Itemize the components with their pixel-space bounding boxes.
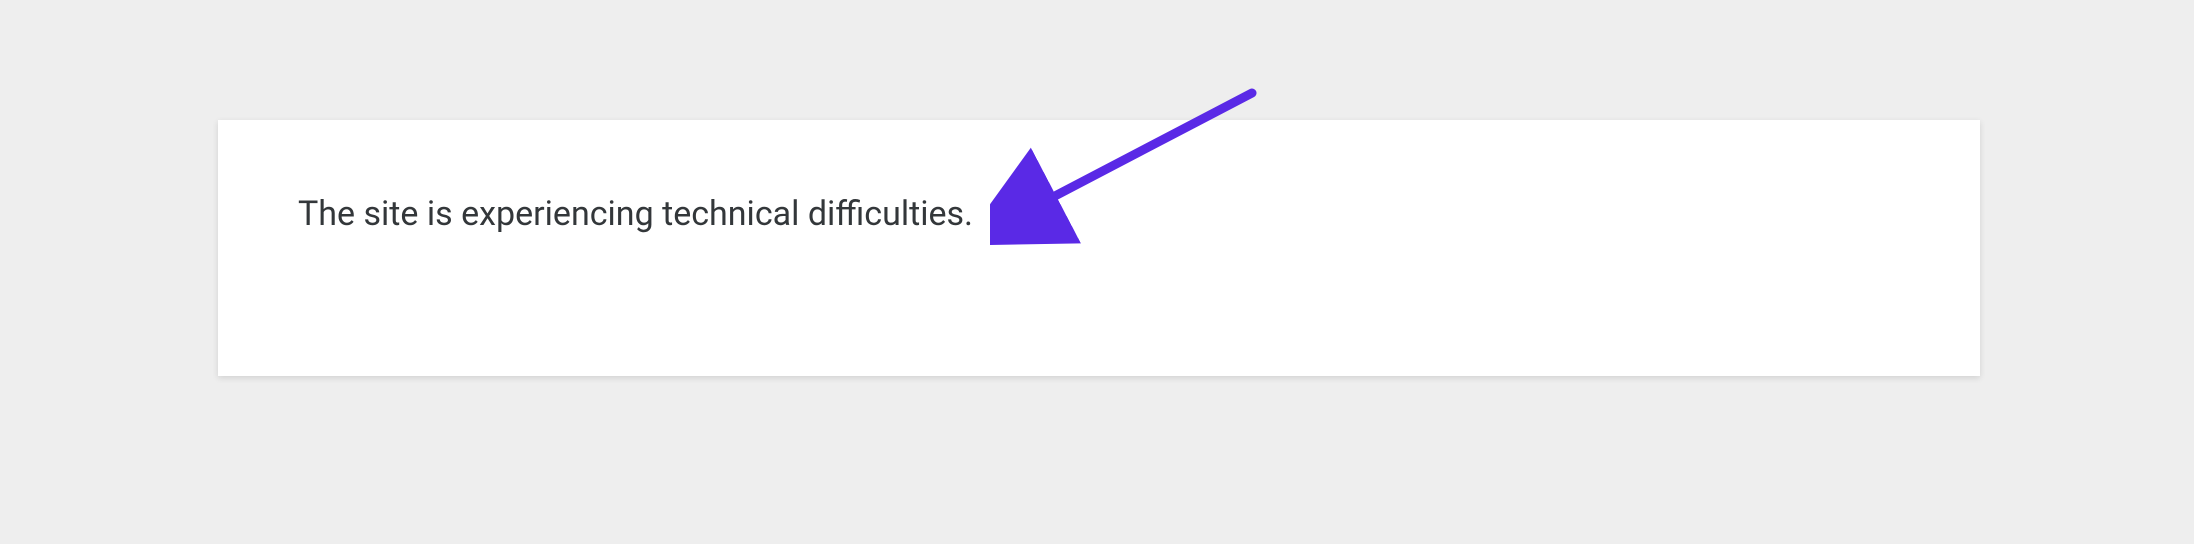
error-message: The site is experiencing technical diffi… xyxy=(298,192,1900,236)
error-card: The site is experiencing technical diffi… xyxy=(218,120,1980,376)
